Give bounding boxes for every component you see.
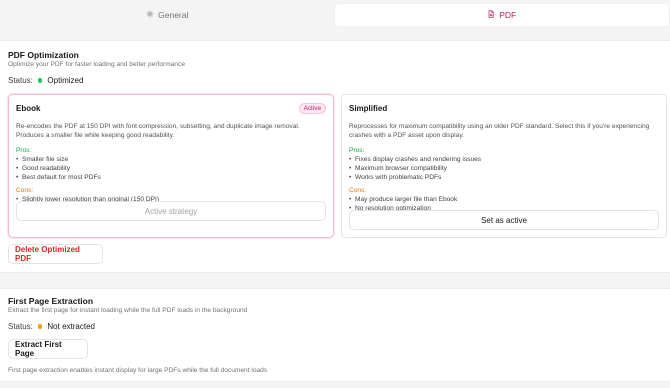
tab-general[interactable]: General bbox=[0, 4, 335, 26]
first-page-extraction-section: First Page Extraction Extract the first … bbox=[0, 288, 670, 382]
list-item: Good readability bbox=[16, 164, 326, 173]
list-item: Smaller file size bbox=[16, 155, 326, 164]
list-item: Maximum browser compatibility bbox=[349, 164, 659, 173]
list-item: Fixes display crashes and rendering issu… bbox=[349, 155, 659, 164]
file-icon bbox=[487, 10, 495, 20]
list-item: Works with problematic PDFs bbox=[349, 173, 659, 182]
pdf-optimization-section: PDF Optimization Optimize your PDF for f… bbox=[0, 40, 670, 273]
extraction-status: Status: Not extracted bbox=[8, 322, 95, 331]
active-strategy-button[interactable]: Active strategy bbox=[16, 201, 326, 221]
active-badge: Active bbox=[298, 102, 326, 114]
tab-pdf-label: PDF bbox=[499, 10, 517, 20]
pros-list: Fixes display crashes and rendering issu… bbox=[349, 155, 659, 182]
status-label: Status: bbox=[8, 322, 33, 331]
cons-label: Cons: bbox=[349, 187, 367, 194]
list-item: Best default for most PDFs bbox=[16, 173, 326, 182]
extraction-note: First page extraction enables instant di… bbox=[8, 367, 268, 374]
tab-bar: General PDF bbox=[0, 4, 670, 26]
pros-label: Pros: bbox=[16, 147, 32, 154]
section-title: PDF Optimization bbox=[8, 50, 79, 60]
card-description: Re-encodes the PDF at 150 DPI with font … bbox=[16, 123, 300, 139]
status-label: Status: bbox=[8, 76, 33, 85]
card-title: Simplified bbox=[349, 103, 388, 113]
card-description: Reprocesses for maximum compatibility us… bbox=[349, 123, 650, 139]
list-item: May produce larger file than Ebook bbox=[349, 195, 659, 204]
cons-label: Cons: bbox=[16, 187, 34, 194]
section-title: First Page Extraction bbox=[8, 296, 94, 306]
optimization-status: Status: Optimized bbox=[8, 76, 83, 85]
pros-label: Pros: bbox=[349, 147, 365, 154]
delete-optimized-pdf-button[interactable]: Delete Optimized PDF bbox=[8, 244, 103, 264]
status-value: Not extracted bbox=[47, 322, 95, 331]
pros-list: Smaller file size Good readability Best … bbox=[16, 155, 326, 182]
set-as-active-button[interactable]: Set as active bbox=[349, 210, 659, 230]
tab-pdf[interactable]: PDF bbox=[334, 4, 669, 26]
status-dot bbox=[37, 324, 43, 329]
gear-icon bbox=[146, 10, 154, 20]
status-dot bbox=[37, 78, 43, 83]
status-value: Optimized bbox=[47, 76, 84, 85]
section-subtitle: Optimize your PDF for faster loading and… bbox=[8, 61, 186, 68]
card-title: Ebook bbox=[16, 103, 41, 113]
tab-general-label: General bbox=[158, 10, 189, 20]
strategy-card-ebook[interactable]: Ebook Active Re-encodes the PDF at 150 D… bbox=[8, 94, 334, 238]
extract-first-page-button[interactable]: Extract First Page bbox=[8, 339, 88, 359]
section-subtitle: Extract the first page for instant loadi… bbox=[8, 307, 248, 314]
strategy-card-simplified[interactable]: Simplified Reprocesses for maximum compa… bbox=[341, 94, 667, 238]
